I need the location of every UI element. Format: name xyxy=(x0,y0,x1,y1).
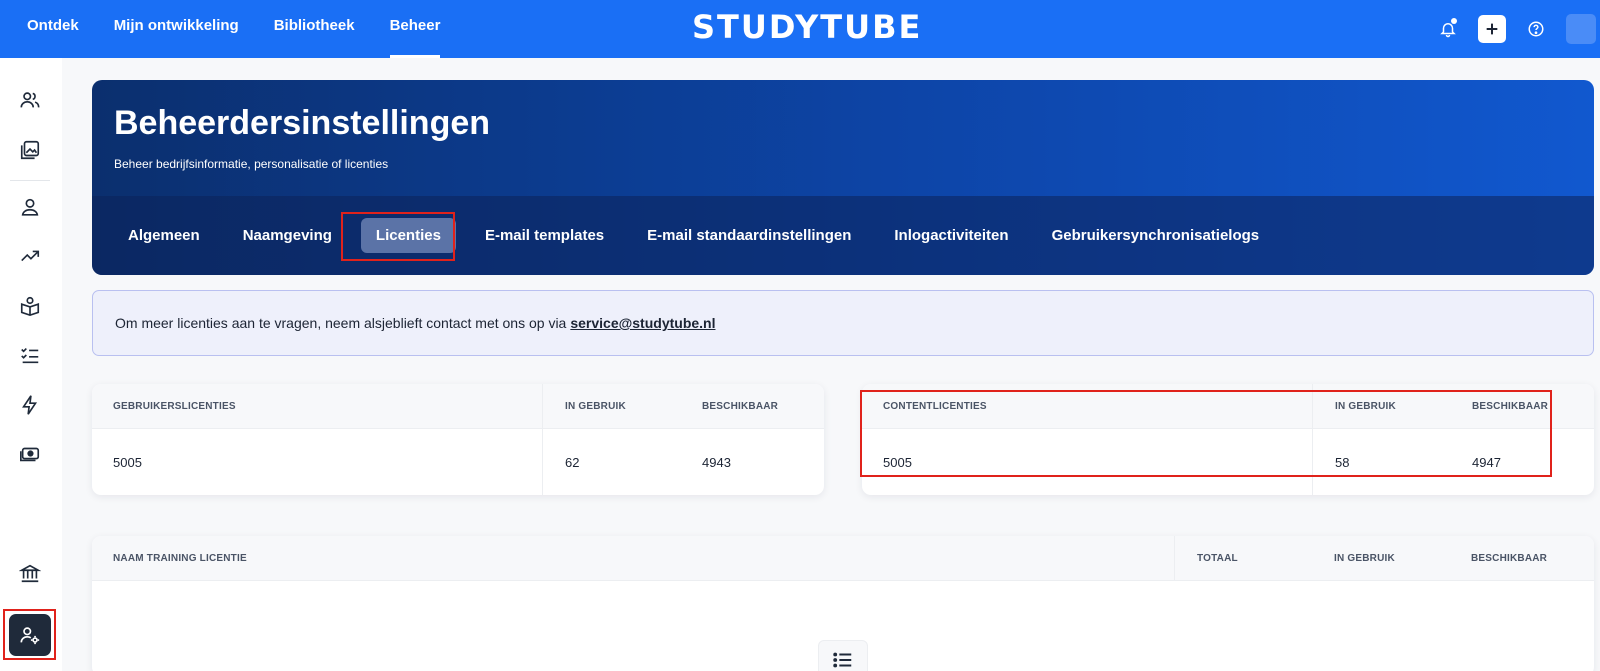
user-licenses-total: 5005 xyxy=(113,454,142,470)
tab-licenties[interactable]: Licenties xyxy=(360,218,456,253)
studytube-logo[interactable]: STUDYTUBE xyxy=(692,8,922,46)
tab-email-templates[interactable]: E-mail templates xyxy=(471,218,618,253)
help-button[interactable] xyxy=(1522,15,1550,43)
user-licenses-header: GEBRUIKERSLICENTIES IN GEBRUIK BESCHIKBA… xyxy=(92,384,824,429)
users-icon[interactable] xyxy=(18,88,42,112)
sidebar-item-admin-settings[interactable] xyxy=(9,614,51,656)
service-email-link[interactable]: service@studytube.nl xyxy=(570,315,715,331)
training-col-name: NAAM TRAINING LICENTIE xyxy=(113,552,247,564)
user-licenses-col-available: BESCHIKBAAR xyxy=(702,400,779,412)
nav-mijn-ontwikkeling[interactable]: Mijn ontwikkeling xyxy=(114,0,239,58)
user-licenses-card: GEBRUIKERSLICENTIES IN GEBRUIK BESCHIKBA… xyxy=(92,384,824,495)
user-licenses-available: 4943 xyxy=(702,454,731,470)
lightning-icon[interactable] xyxy=(18,393,42,417)
sidebar xyxy=(0,58,62,671)
content-licenses-in-use: 58 xyxy=(1335,454,1350,470)
content-licenses-col-available: BESCHIKBAAR xyxy=(1472,400,1549,412)
user-settings-icon xyxy=(20,627,40,645)
plus-icon xyxy=(1486,23,1498,35)
gallery-icon[interactable] xyxy=(18,138,42,162)
sidebar-divider xyxy=(10,180,50,181)
training-col-available: BESCHIKBAAR xyxy=(1471,552,1548,564)
nav-beheer[interactable]: Beheer xyxy=(389,0,440,58)
user-licenses-col-name: GEBRUIKERSLICENTIES xyxy=(113,400,236,412)
tab-naamgeving[interactable]: Naamgeving xyxy=(229,218,346,253)
create-button[interactable] xyxy=(1478,15,1506,43)
page-title: Beheerdersinstellingen xyxy=(114,104,491,142)
content-licenses-header: CONTENTLICENTIES IN GEBRUIK BESCHIKBAAR xyxy=(862,384,1594,429)
settings-tabs: Algemeen Naamgeving Licenties E-mail tem… xyxy=(92,196,1594,275)
checklist-icon[interactable] xyxy=(18,343,42,367)
tab-gebruikersynchronisatielogs[interactable]: Gebruikersynchronisatielogs xyxy=(1038,218,1274,253)
page-subtitle: Beheer bedrijfsinformatie, personalisati… xyxy=(114,157,389,171)
admin-settings-banner: Beheerdersinstellingen Beheer bedrijfsin… xyxy=(92,80,1594,275)
tab-email-standaardinstellingen[interactable]: E-mail standaardinstellingen xyxy=(633,218,865,253)
notification-dot xyxy=(1451,18,1457,24)
bank-icon[interactable] xyxy=(18,561,42,585)
trending-icon[interactable] xyxy=(18,244,42,268)
avatar[interactable] xyxy=(1566,14,1596,44)
money-icon[interactable] xyxy=(18,442,42,466)
nav-ontdek[interactable]: Ontdek xyxy=(27,0,79,58)
training-col-total: TOTAAL xyxy=(1197,552,1238,564)
top-actions xyxy=(1418,0,1600,58)
list-icon xyxy=(833,652,852,668)
tab-algemeen[interactable]: Algemeen xyxy=(114,218,214,253)
content-licenses-available: 4947 xyxy=(1472,454,1501,470)
table-row: 5005 58 4947 xyxy=(862,429,1594,495)
training-licenses-header: NAAM TRAINING LICENTIE TOTAAL IN GEBRUIK… xyxy=(92,536,1594,581)
content-licenses-total: 5005 xyxy=(883,454,912,470)
content-licenses-card: CONTENTLICENTIES IN GEBRUIK BESCHIKBAAR … xyxy=(862,384,1594,495)
nav-bibliotheek[interactable]: Bibliotheek xyxy=(274,0,355,58)
empty-state-icon xyxy=(818,640,868,671)
notifications-button[interactable] xyxy=(1434,15,1462,43)
info-banner: Om meer licenties aan te vragen, neem al… xyxy=(92,290,1594,356)
user-licenses-col-in-use: IN GEBRUIK xyxy=(565,400,626,412)
top-bar: Ontdek Mijn ontwikkeling Bibliotheek Beh… xyxy=(0,0,1600,58)
person-icon[interactable] xyxy=(18,195,42,219)
user-licenses-in-use: 62 xyxy=(565,454,580,470)
tab-inlogactiviteiten[interactable]: Inlogactiviteiten xyxy=(880,218,1022,253)
book-icon[interactable] xyxy=(18,294,42,318)
info-text: Om meer licenties aan te vragen, neem al… xyxy=(115,315,567,331)
training-col-in-use: IN GEBRUIK xyxy=(1334,552,1395,564)
help-icon xyxy=(1528,21,1544,37)
content-licenses-col-in-use: IN GEBRUIK xyxy=(1335,400,1396,412)
content-licenses-col-name: CONTENTLICENTIES xyxy=(883,400,987,412)
top-nav: Ontdek Mijn ontwikkeling Bibliotheek Beh… xyxy=(27,0,475,58)
table-row: 5005 62 4943 xyxy=(92,429,824,495)
